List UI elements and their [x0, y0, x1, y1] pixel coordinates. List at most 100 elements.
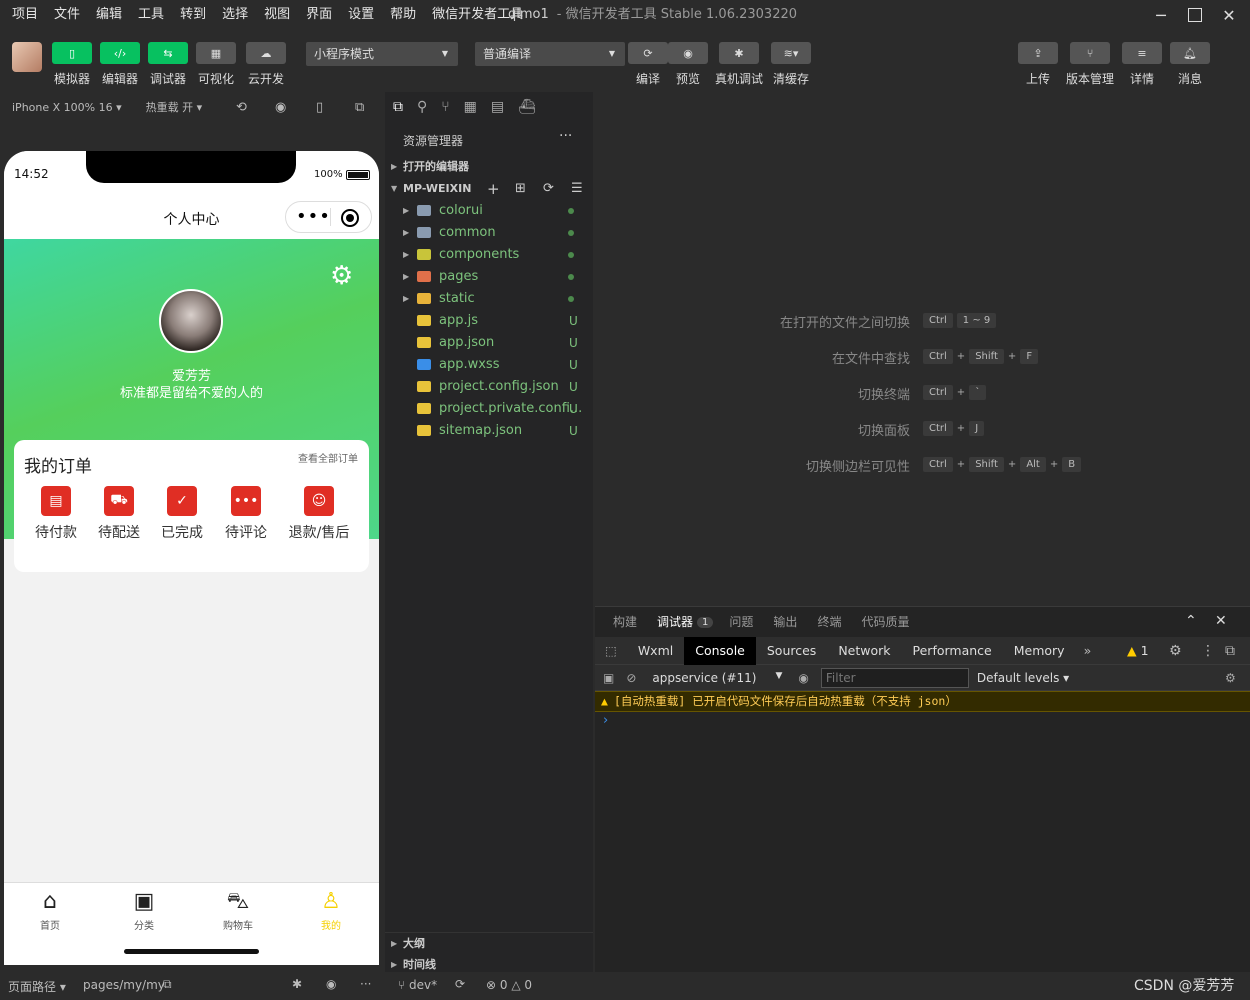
file-item[interactable]: sitemap.json U	[385, 420, 593, 442]
more-icon[interactable]: ···	[559, 128, 572, 144]
menu-item[interactable]: 文件	[46, 0, 88, 30]
tab-cart[interactable]: ⛍ 购物车	[208, 887, 268, 932]
docker-icon[interactable]: ⛴	[518, 99, 536, 115]
prompt-icon[interactable]: ›	[603, 713, 608, 728]
panel-tab[interactable]: 问题	[719, 607, 763, 637]
outline-section[interactable]: ▶ 大纲	[385, 932, 593, 954]
order-pending-pay[interactable]: ▤ 待付款	[24, 486, 88, 542]
files-icon[interactable]: ⧉	[393, 99, 403, 115]
order-completed[interactable]: ✓ 已完成	[150, 486, 214, 542]
compile-button[interactable]: ⟳	[628, 42, 668, 64]
panel-tab[interactable]: 调试器	[647, 607, 704, 638]
cloud-icon[interactable]: ▤	[491, 99, 504, 115]
mode-select[interactable]: 小程序模式 ▼	[306, 42, 458, 66]
new-file-icon[interactable]: +	[487, 178, 500, 200]
simulator-button[interactable]: ▯	[52, 42, 92, 64]
kebab-menu-icon[interactable]: ⋮	[1201, 643, 1215, 659]
devtools-tab[interactable]: Memory	[1003, 637, 1076, 665]
order-refund[interactable]: ☺ 退款/售后	[284, 486, 354, 542]
menu-item[interactable]: 编辑	[88, 0, 130, 30]
tab-category[interactable]: ▣ 分类	[114, 887, 174, 932]
view-all-orders-link[interactable]: 查看全部订单	[298, 450, 358, 465]
menu-item[interactable]: 转到	[172, 0, 214, 30]
panel-tab[interactable]: 输出	[763, 607, 807, 637]
folder-item[interactable]: ▶ pages	[385, 266, 593, 288]
settings-icon[interactable]: ⚙	[1225, 671, 1236, 685]
dock-icon[interactable]: ⧉	[1225, 643, 1235, 659]
preview-button[interactable]: ◉	[668, 42, 708, 64]
path-select[interactable]: 页面路径 ▾	[8, 978, 66, 995]
inspect-icon[interactable]: ⬚	[595, 643, 627, 658]
close-miniprogram-icon[interactable]	[341, 209, 359, 227]
menu-item[interactable]: 选择	[214, 0, 256, 30]
settings-icon[interactable]: ⚙	[1169, 643, 1182, 659]
order-pending-delivery[interactable]: ⛟ 待配送	[87, 486, 151, 542]
folder-item[interactable]: ▶ components	[385, 244, 593, 266]
problems-status[interactable]: ⊗ 0 △ 0	[486, 978, 532, 992]
devtools-tab[interactable]: Console	[684, 636, 756, 665]
clear-cache-button[interactable]: ≋▾	[771, 42, 811, 64]
menu-item[interactable]: 界面	[298, 0, 340, 30]
clear-console-icon[interactable]: ⊘	[626, 671, 636, 685]
panel-tab[interactable]: 代码质量	[851, 607, 919, 637]
settings-icon[interactable]: ⚙	[330, 261, 353, 291]
menu-item[interactable]: 项目	[4, 0, 46, 30]
file-item[interactable]: app.js U	[385, 310, 593, 332]
version-button[interactable]: ⑂	[1070, 42, 1110, 64]
bug-icon[interactable]: ✱	[292, 977, 302, 991]
sync-icon[interactable]: ⟳	[455, 977, 465, 991]
panel-tab[interactable]: 构建	[595, 607, 647, 637]
maximize-icon[interactable]	[1178, 0, 1212, 30]
device-select[interactable]: iPhone X 100% 16 ▾	[12, 101, 122, 114]
tab-home[interactable]: ⌂ 首页	[20, 887, 80, 932]
extensions-icon[interactable]: ▦	[464, 99, 477, 115]
hotreload-toggle[interactable]: 热重载 开 ▾	[146, 99, 203, 115]
more-icon[interactable]: ···	[360, 977, 371, 991]
folder-item[interactable]: ▶ static	[385, 288, 593, 310]
minimize-icon[interactable]: ─	[1144, 0, 1178, 30]
devtools-tab[interactable]: Sources	[756, 637, 827, 665]
copy-icon[interactable]: ⧉	[163, 977, 172, 992]
devtools-tab[interactable]: Wxml	[627, 637, 684, 665]
folder-item[interactable]: ▶ common	[385, 222, 593, 244]
stop-icon[interactable]: ◉	[275, 100, 286, 115]
panel-tab[interactable]: 终端	[807, 607, 851, 637]
close-panel-icon[interactable]: ✕	[1215, 613, 1227, 629]
detail-button[interactable]: ≡	[1122, 42, 1162, 64]
chevron-up-icon[interactable]: ⌃	[1185, 613, 1197, 629]
profile-avatar[interactable]	[159, 289, 223, 353]
more-tabs-icon[interactable]: »	[1076, 643, 1100, 658]
tab-mine[interactable]: ♙ 我的	[301, 887, 361, 932]
file-item[interactable]: app.wxss U	[385, 354, 593, 376]
devtools-tab[interactable]: Performance	[902, 637, 1003, 665]
eye-icon[interactable]: ◉	[798, 671, 808, 685]
more-icon[interactable]: •••	[296, 206, 331, 227]
source-control-icon[interactable]: ⑂	[441, 99, 449, 115]
real-debug-button[interactable]: ✱	[719, 42, 759, 64]
file-item[interactable]: app.json U	[385, 332, 593, 354]
compile-mode-select[interactable]: 普通编译 ▼	[475, 42, 625, 66]
menu-item[interactable]: 设置	[340, 0, 382, 30]
folder-item[interactable]: ▶ colorui	[385, 200, 593, 222]
devtools-tab[interactable]: Network	[827, 637, 901, 665]
eye-icon[interactable]: ◉	[326, 977, 336, 991]
open-editors-section[interactable]: ▶ 打开的编辑器	[385, 156, 593, 178]
order-pending-review[interactable]: ••• 待评论	[214, 486, 278, 542]
message-button[interactable]: 🔔︎	[1170, 42, 1210, 64]
visual-button[interactable]: ▦	[196, 42, 236, 64]
cloud-button[interactable]: ☁	[246, 42, 286, 64]
avatar[interactable]	[12, 42, 42, 72]
filter-input[interactable]	[820, 667, 969, 688]
search-icon[interactable]: ⚲	[417, 99, 427, 115]
phone-icon[interactable]: ▯	[316, 100, 323, 115]
levels-select[interactable]: Default levels ▾	[977, 671, 1069, 685]
debugger-button[interactable]: ⇆	[148, 42, 188, 64]
menu-item[interactable]: 工具	[130, 0, 172, 30]
warning-count[interactable]: ▲ 1	[1127, 643, 1149, 658]
popout-icon[interactable]: ⧉	[355, 100, 364, 115]
editor-button[interactable]: ‹/›	[100, 42, 140, 64]
rotate-icon[interactable]: ⟲	[236, 100, 247, 115]
close-icon[interactable]: ✕	[1212, 0, 1246, 30]
refresh-icon[interactable]: ⟳	[543, 178, 554, 200]
file-item[interactable]: project.config.json U	[385, 376, 593, 398]
